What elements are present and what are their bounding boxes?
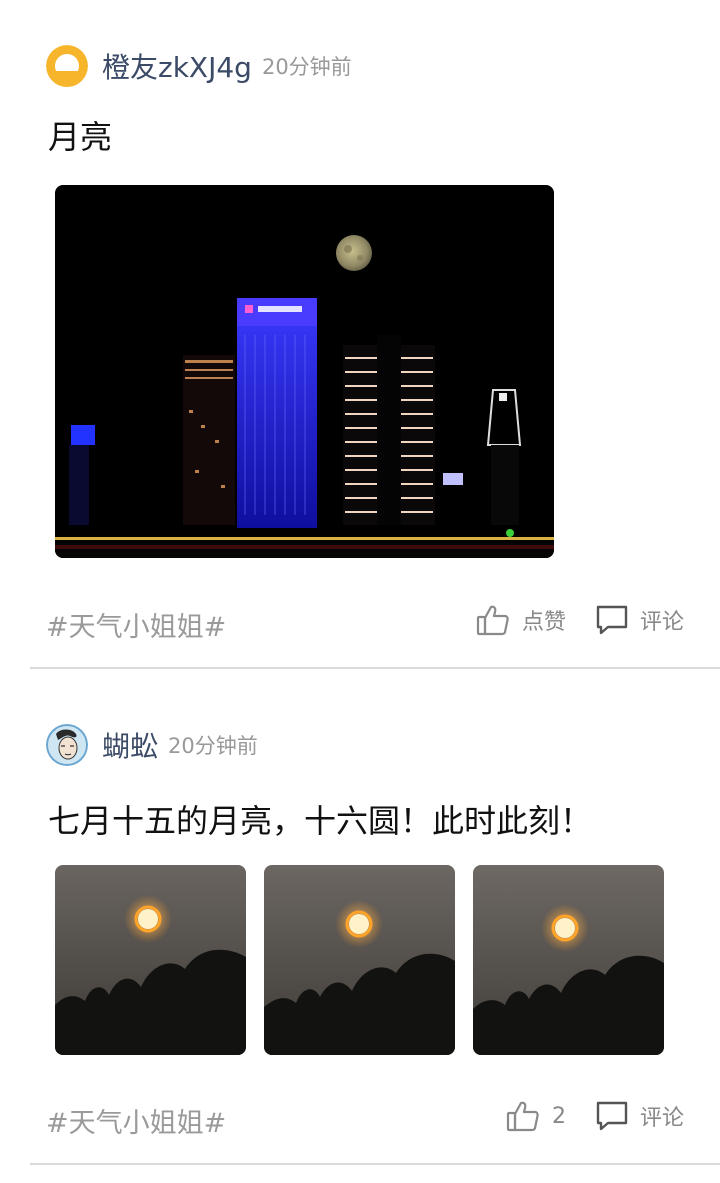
comment-label: 评论 <box>640 610 685 635</box>
like-button[interactable]: 点赞 <box>476 603 566 637</box>
orange-moon-over-trees-image <box>55 865 246 1055</box>
like-label: 点赞 <box>522 610 567 635</box>
post-image[interactable] <box>264 865 455 1055</box>
comment-label: 评论 <box>640 1106 685 1131</box>
post-divider <box>30 1163 720 1165</box>
orange-moon-over-trees-image <box>473 865 664 1055</box>
post-text: 月亮 <box>48 118 113 156</box>
illustrated-face-avatar <box>46 724 88 766</box>
post-header: 橙友zkXJ4g 20分钟前 <box>46 44 352 88</box>
like-button[interactable]: 2 <box>506 1099 566 1133</box>
thumbs-up-icon <box>476 605 509 636</box>
topic-tag[interactable]: #天气小姐姐# <box>46 1101 226 1140</box>
night-city-skyline-image <box>55 185 554 558</box>
comment-button[interactable]: 评论 <box>595 1099 684 1133</box>
username[interactable]: 橙友zkXJ4g <box>102 46 252 86</box>
post-time: 20分钟前 <box>168 734 258 758</box>
comment-button[interactable]: 评论 <box>595 603 684 637</box>
like-count: 2 <box>552 1103 566 1129</box>
topic-tag[interactable]: #天气小姐姐# <box>46 605 226 644</box>
post-image[interactable] <box>55 185 554 558</box>
post-time: 20分钟前 <box>261 55 352 79</box>
post-image[interactable] <box>55 865 246 1055</box>
default-user-avatar-icon <box>46 45 88 87</box>
user-avatar[interactable] <box>46 45 88 87</box>
comment-icon <box>596 605 628 635</box>
post-text: 七月十五的月亮，十六圆！此时此刻！ <box>48 802 593 840</box>
orange-moon-over-trees-image <box>264 865 455 1055</box>
post-image[interactable] <box>473 865 664 1055</box>
post-card: 蝴蚣 20分钟前 七月十五的月亮，十六圆！此时此刻！ #天气小姐姐# 2 评论 <box>0 669 720 1183</box>
username[interactable]: 蝴蚣 <box>102 725 158 765</box>
user-avatar[interactable] <box>46 724 88 766</box>
post-header: 蝴蚣 20分钟前 <box>46 723 258 767</box>
comment-icon <box>596 1101 628 1131</box>
thumbs-up-icon <box>506 1101 539 1132</box>
post-card: 橙友zkXJ4g 20分钟前 月亮 #天气小姐姐# 点赞 评论 <box>0 0 720 669</box>
